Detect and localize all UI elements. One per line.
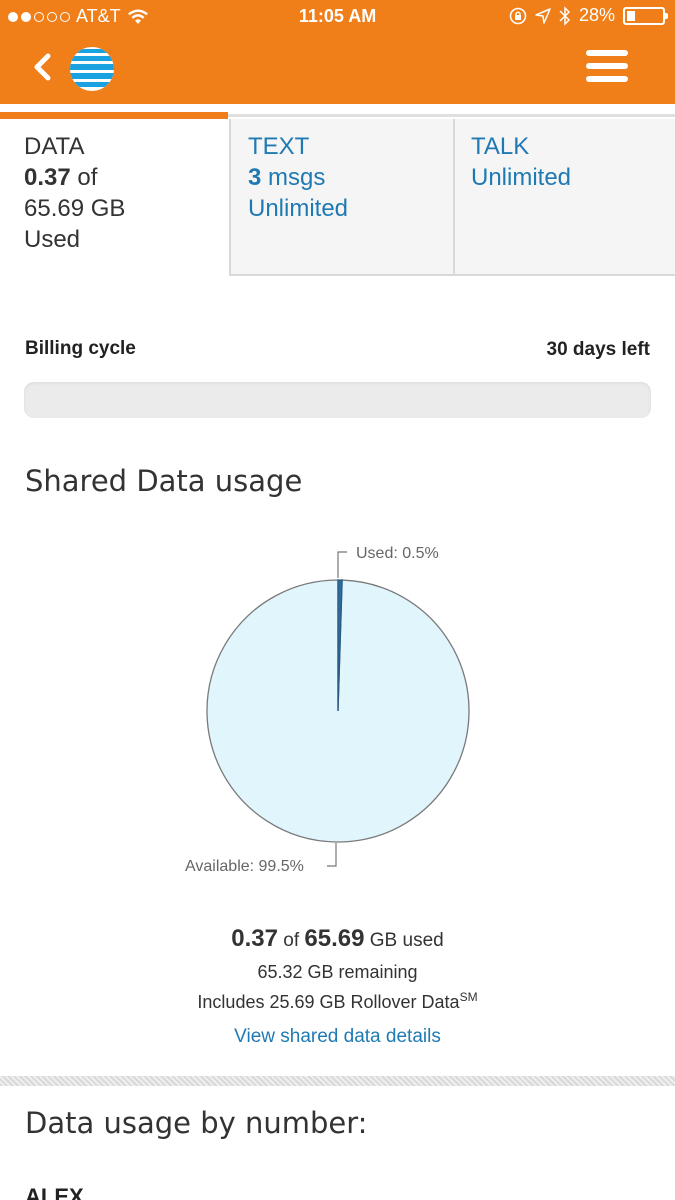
tab-talk-plan: Unlimited [471, 164, 572, 191]
usage-of: of [283, 930, 300, 951]
used-amount: 0.37 [231, 925, 278, 952]
location-arrow-icon [535, 7, 551, 24]
tab-text-count: 3 [248, 164, 262, 191]
tab-data-used: Used [24, 226, 81, 253]
att-globe-icon[interactable] [69, 46, 115, 92]
tab-text[interactable]: TEXT 3 msgs Unlimited [229, 119, 453, 276]
view-shared-details-link[interactable]: View shared data details [0, 1026, 675, 1048]
status-bar: AT&T 11:05 AM 28% [0, 0, 675, 34]
usage-summary: 0.37 of 65.69 GB used [0, 925, 675, 953]
tab-bar-border [228, 114, 675, 117]
pie-label-available: Available: 99.5% [185, 858, 304, 875]
total-amount: 65.69 [304, 925, 365, 952]
tab-text-title: TEXT [248, 133, 310, 160]
data-usage-by-number-title: Data usage by number: [25, 1106, 368, 1140]
tab-data-amount-line: 0.37 of [24, 162, 229, 193]
battery-percent: 28% [578, 5, 615, 25]
remaining-text: 65.32 GB remaining [257, 962, 418, 982]
tab-talk[interactable]: TALK Unlimited [453, 119, 675, 276]
orientation-lock-icon [509, 7, 527, 24]
tab-text-unit: msgs [268, 164, 326, 191]
hamburger-menu-icon[interactable] [586, 50, 628, 86]
section-divider [0, 1076, 675, 1086]
tab-data-title: DATA [24, 133, 85, 160]
app-header: AT&T 11:05 AM 28% [0, 0, 675, 104]
tab-text-count-line: 3 msgs [248, 162, 453, 193]
billing-progress-bar [24, 382, 651, 418]
rollover-line: Includes 25.69 GB Rollover DataSM [0, 990, 675, 1013]
line-name[interactable]: ALEX [25, 1184, 84, 1200]
bluetooth-icon [559, 5, 571, 26]
tab-text-plan: Unlimited [248, 195, 349, 222]
used-leader-line [337, 551, 347, 578]
pie-label-used: Used: 0.5% [356, 545, 439, 562]
tab-data-amount: 0.37 [24, 164, 71, 191]
shared-data-title: Shared Data usage [25, 464, 303, 498]
available-leader-line [327, 843, 337, 867]
shared-data-pie-chart [206, 551, 470, 867]
back-chevron-icon[interactable] [30, 52, 56, 82]
status-icons: 28% [509, 5, 668, 26]
tab-data-of: of [77, 164, 98, 191]
active-tab-indicator [0, 112, 228, 119]
billing-days-left: 30 days left [546, 339, 651, 360]
tab-talk-title: TALK [471, 133, 530, 160]
battery-icon [623, 6, 668, 25]
tab-data[interactable]: DATA 0.37 of 65.69 GB Used [0, 119, 229, 276]
rollover-text: Includes 25.69 GB Rollover Data [197, 992, 460, 1012]
rollover-service-mark: SM [459, 990, 478, 1004]
tab-data-total: 65.69 GB [24, 195, 126, 222]
billing-cycle-label: Billing cycle [25, 338, 136, 359]
used-suffix: GB used [369, 930, 444, 951]
